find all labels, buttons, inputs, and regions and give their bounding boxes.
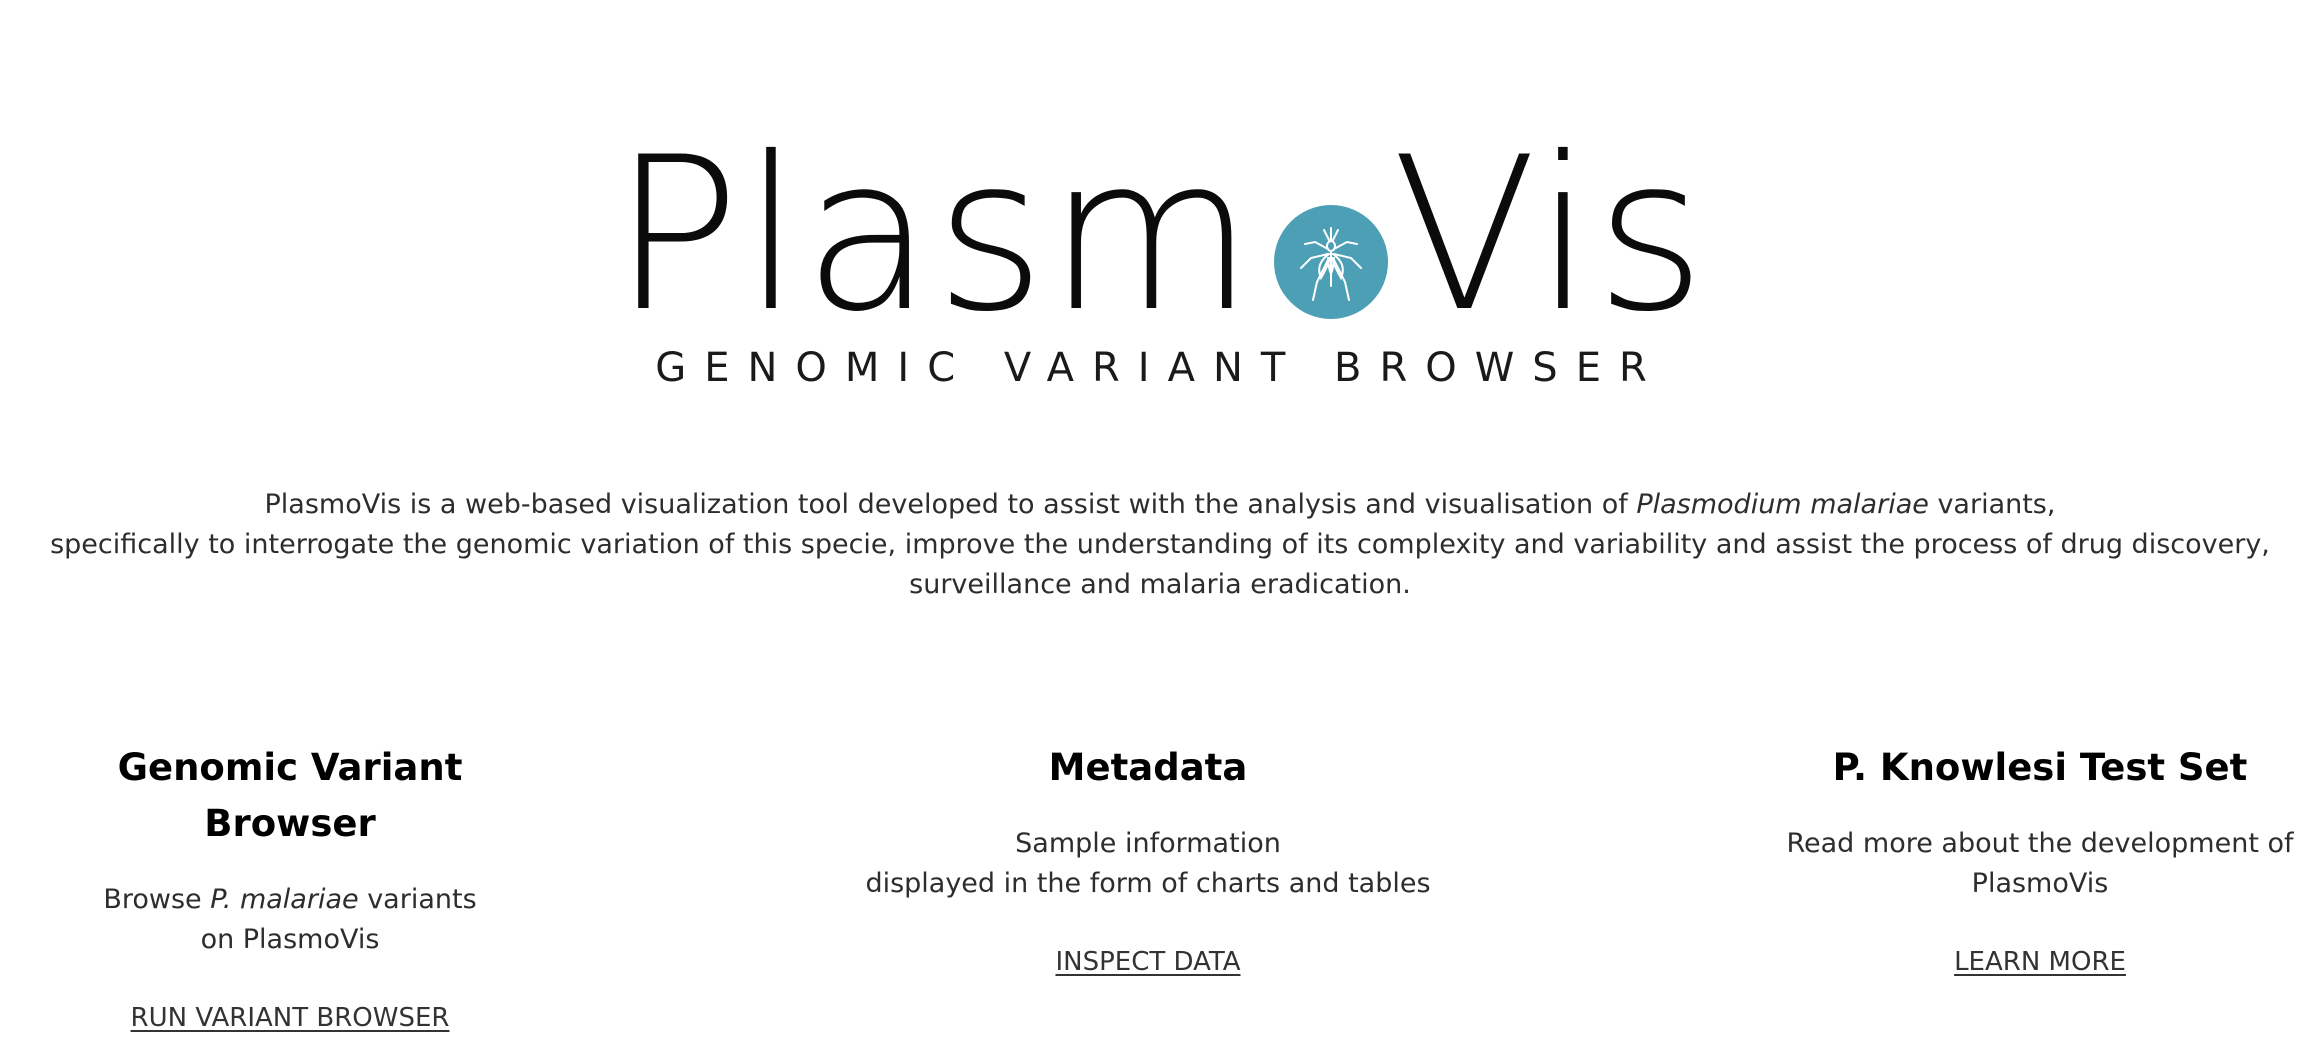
variant-blurb-species: P. malariae xyxy=(210,884,359,915)
variant-blurb-suffix: variants xyxy=(358,884,477,915)
variant-blurb-prefix: Browse xyxy=(103,884,211,915)
intro-text-end: variants, xyxy=(1928,489,2056,520)
feature-metadata-description: Sample information displayed in the form… xyxy=(848,824,1448,904)
metadata-blurb-line-1: Sample information xyxy=(1015,828,1281,859)
metadata-blurb-line-2: displayed in the form of charts and tabl… xyxy=(865,868,1431,899)
feature-metadata: Metadata Sample information displayed in… xyxy=(848,740,1448,980)
mosquito-icon xyxy=(1273,205,1388,319)
variant-blurb-line-2: on PlasmoVis xyxy=(200,924,380,955)
feature-variant-browser-description: Browse P. malariae variants on PlasmoVis xyxy=(30,880,550,960)
intro-line-3: surveillance and malaria eradication. xyxy=(909,569,1411,600)
inspect-data-link[interactable]: INSPECT DATA xyxy=(1055,944,1240,980)
logo-text-vis: Vis xyxy=(1391,111,1708,358)
learn-more-link[interactable]: LEARN MORE xyxy=(1954,944,2126,980)
knowlesi-blurb-line-2: PlasmoVis xyxy=(1971,868,2109,899)
knowlesi-blurb-line-1: Read more about the development of xyxy=(1786,828,2294,859)
intro-text-start: PlasmoVis is a web-based visualization t… xyxy=(264,489,1637,520)
intro-line-1: PlasmoVis is a web-based visualization t… xyxy=(40,485,2280,525)
feature-variant-browser-title: Genomic Variant Browser xyxy=(117,746,463,845)
feature-knowlesi-title: P. Knowlesi Test Set xyxy=(1832,746,2248,789)
logo-tagline: GENOMIC VARIANT BROWSER xyxy=(655,345,1665,391)
feature-knowlesi-description: Read more about the development of Plasm… xyxy=(1770,824,2310,904)
intro-line-2: specifically to interrogate the genomic … xyxy=(50,529,2270,560)
feature-variant-browser: Genomic Variant Browser Browse P. malari… xyxy=(30,740,550,1036)
run-variant-browser-link[interactable]: RUN VARIANT BROWSER xyxy=(131,1000,450,1036)
logo-text-plasmo: Plasm xyxy=(612,111,1256,358)
intro-species-name: Plasmodium malariae xyxy=(1636,489,1929,520)
feature-metadata-title: Metadata xyxy=(1048,746,1248,789)
site-logo: Plasm Vis xyxy=(0,111,2320,358)
intro-paragraph: PlasmoVis is a web-based visualization t… xyxy=(40,485,2280,605)
feature-knowlesi-test-set: P. Knowlesi Test Set Read more about the… xyxy=(1770,740,2310,980)
